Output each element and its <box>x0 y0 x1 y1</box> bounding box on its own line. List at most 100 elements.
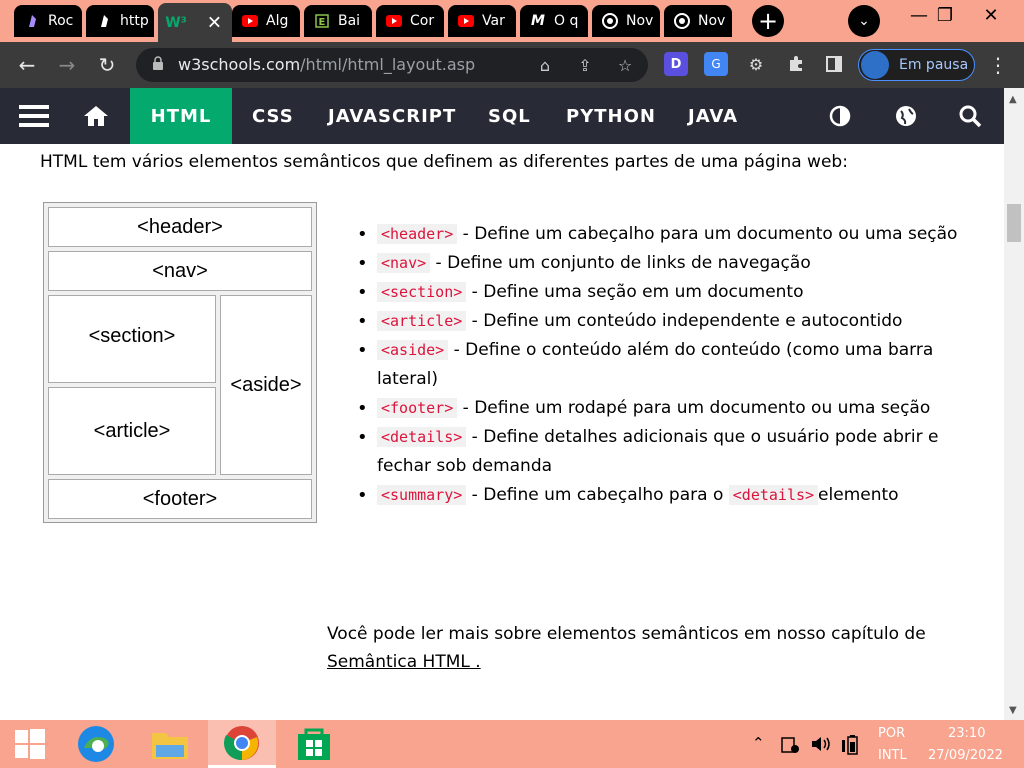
code-tag: <summary> <box>377 485 467 505</box>
tab-label: http <box>120 13 149 29</box>
address-bar[interactable]: w3schools.com/html/html_layout.asp ⌂ ⇪ ☆ <box>136 48 648 82</box>
avatar <box>861 51 889 79</box>
back-button[interactable]: ← <box>12 50 42 80</box>
globe-icon[interactable] <box>884 88 928 144</box>
tab-1[interactable]: http <box>86 5 154 37</box>
list-item: <footer> - Define um rodapé para um docu… <box>357 394 977 423</box>
item-text: - Define um conteúdo independente e auto… <box>466 311 903 331</box>
tab-label: Cor <box>410 13 435 29</box>
profile-status-label: Em pausa <box>899 57 969 73</box>
plus-icon: + <box>757 7 779 35</box>
diagram-section: <section> <box>48 295 216 383</box>
item-text: - Define uma seção em um documento <box>466 282 804 302</box>
code-tag: <section> <box>377 282 467 302</box>
tab-label: Bai <box>338 13 361 29</box>
page-scrollbar[interactable]: ▲ ▼ <box>1004 88 1024 720</box>
w3schools-icon: W³ <box>165 14 187 31</box>
tab-6[interactable]: Var <box>448 5 516 37</box>
reload-button[interactable]: ↻ <box>92 50 122 80</box>
list-item: <article> - Define um conteúdo independe… <box>357 307 977 336</box>
tab-label: Nov <box>626 13 654 29</box>
clock-time[interactable]: 23:10 <box>948 726 985 741</box>
contrast-icon[interactable] <box>818 88 862 144</box>
svg-text:E: E <box>319 17 326 28</box>
file-explorer-icon[interactable] <box>136 720 204 768</box>
battery-icon[interactable] <box>842 734 862 760</box>
code-tag: <aside> <box>377 340 449 360</box>
network-icon[interactable] <box>780 734 800 758</box>
read-more-paragraph: Você pode ler mais sobre elementos semân… <box>327 620 977 676</box>
w3nav-javascript[interactable]: JAVASCRIPT <box>308 88 476 144</box>
close-window-button[interactable]: ✕ <box>968 0 1014 30</box>
bookmark-star-icon[interactable]: ☆ <box>614 54 636 76</box>
windows-start-icon[interactable] <box>0 720 60 768</box>
tab-4[interactable]: E Bai <box>304 5 372 37</box>
input-language-bottom[interactable]: INTL <box>878 748 907 763</box>
input-language-top[interactable]: POR <box>878 726 905 741</box>
menu-kebab-icon[interactable]: ⋮ <box>986 52 1010 78</box>
share-icon[interactable]: ⇪ <box>574 54 596 76</box>
url-text[interactable]: w3schools.com/html/html_layout.asp <box>178 55 475 74</box>
semantics-link[interactable]: Semântica HTML . <box>327 652 481 672</box>
puzzle-icon[interactable] <box>784 52 808 76</box>
restore-icon: ❐ <box>936 4 954 26</box>
tab-7[interactable]: M O q <box>520 5 588 37</box>
item-text: - Define um conjunto de links de navegaç… <box>430 253 811 273</box>
screen: Roc http W³ ✕ Alg E Bai Cor Var M O q No… <box>0 0 1024 768</box>
windows-taskbar: ⌃ POR INTL 23:10 27/09/2022 <box>0 720 1024 768</box>
edge-icon[interactable] <box>62 720 130 768</box>
w3nav-html[interactable]: HTML <box>130 88 232 144</box>
list-item: <aside> - Define o conteúdo além do cont… <box>357 336 977 394</box>
medium-icon: M <box>531 13 545 29</box>
gear-icon[interactable]: ⚙ <box>744 52 768 76</box>
code-tag: <footer> <box>377 398 458 418</box>
diagram-aside: <aside> <box>220 295 312 475</box>
tab-0[interactable]: Roc <box>14 5 82 37</box>
new-tab-button[interactable]: + <box>752 5 784 37</box>
item-text: - Define o conteúdo além do conteúdo (co… <box>377 340 934 389</box>
google-translate-icon[interactable]: G <box>704 52 728 76</box>
w3nav-sql[interactable]: SQL <box>468 88 551 144</box>
home-icon[interactable] <box>74 88 118 144</box>
list-item: <header> - Define um cabeçalho para um d… <box>357 220 977 249</box>
tab-search-button[interactable]: ⌄ <box>848 5 880 37</box>
w3nav-css[interactable]: CSS <box>232 88 314 144</box>
tab-9[interactable]: Nov <box>664 5 732 37</box>
w3nav-python[interactable]: PYTHON <box>546 88 676 144</box>
volume-icon[interactable] <box>810 734 832 758</box>
lock-icon <box>152 56 164 74</box>
profile-button[interactable]: Em pausa <box>858 49 975 81</box>
forward-button[interactable]: → <box>52 50 82 80</box>
scroll-thumb[interactable] <box>1007 204 1021 242</box>
youtube-icon <box>458 13 474 29</box>
tab-8[interactable]: Nov <box>592 5 660 37</box>
tab-5[interactable]: Cor <box>376 5 444 37</box>
microsoft-store-icon[interactable] <box>280 720 348 768</box>
chrome-icon <box>602 13 618 29</box>
clock-date[interactable]: 27/09/2022 <box>928 748 1003 763</box>
menu-icon[interactable] <box>12 88 56 144</box>
chrome-icon <box>674 13 690 29</box>
extension-d-icon[interactable]: D <box>664 52 688 76</box>
restore-button[interactable]: ❐ <box>922 0 968 30</box>
item-text: - Define um cabeçalho para um documento … <box>457 224 958 244</box>
tab-2-active[interactable]: W³ ✕ <box>158 3 232 42</box>
obsidian-icon <box>96 13 112 29</box>
excel-icon: E <box>314 13 330 29</box>
scroll-down-icon[interactable]: ▼ <box>1009 705 1017 716</box>
scroll-up-icon[interactable]: ▲ <box>1009 94 1017 105</box>
tray-chevron-up-icon[interactable]: ⌃ <box>752 734 765 752</box>
tab-3[interactable]: Alg <box>232 5 300 37</box>
chrome-taskbar-icon[interactable] <box>208 720 276 768</box>
list-item: <summary> - Define um cabeçalho para o <… <box>357 481 977 510</box>
tab-label: Roc <box>48 13 74 29</box>
close-icon[interactable]: ✕ <box>207 12 222 33</box>
read-more-text: Você pode ler mais sobre elementos semân… <box>327 624 926 644</box>
list-item: <section> - Define uma seção em um docum… <box>357 278 977 307</box>
diagram-nav: <nav> <box>48 251 312 291</box>
side-panel-icon[interactable] <box>822 52 846 76</box>
chevron-down-icon: ⌄ <box>858 13 870 29</box>
translate-icon[interactable]: ⌂ <box>534 54 556 76</box>
w3nav-java[interactable]: JAVA <box>668 88 758 144</box>
search-icon[interactable] <box>948 88 992 144</box>
